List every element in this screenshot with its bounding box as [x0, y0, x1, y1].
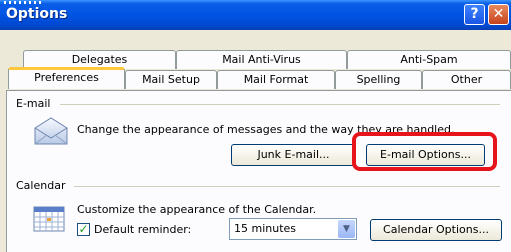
email-section-label: E-mail	[16, 97, 55, 110]
chevron-down-icon[interactable]: ▼	[338, 220, 355, 238]
reminder-select[interactable]: 15 minutes ▼	[229, 218, 357, 240]
tab-anti-spam[interactable]: Anti-Spam	[347, 50, 511, 69]
tab-mail-setup[interactable]: Mail Setup	[125, 70, 217, 89]
tab-mail-format[interactable]: Mail Format	[217, 70, 335, 89]
calendar-description: Customize the appearance of the Calendar…	[77, 203, 317, 216]
email-separator	[60, 104, 500, 105]
default-reminder-label: Default reminder:	[94, 223, 192, 236]
title-bar: Options ? ✕	[0, 0, 511, 30]
title-bar-dots	[4, 1, 44, 4]
tab-preferences[interactable]: Preferences	[8, 67, 125, 89]
calendar-separator	[74, 186, 500, 187]
close-button[interactable]: ✕	[488, 4, 509, 25]
reminder-select-value: 15 minutes	[234, 222, 297, 235]
calendar-options-button[interactable]: Calendar Options...	[370, 219, 502, 241]
tab-other[interactable]: Other	[422, 70, 511, 89]
window-title: Options	[6, 6, 68, 22]
calendar-icon	[32, 203, 66, 233]
email-options-highlight	[352, 132, 497, 171]
tab-spelling[interactable]: Spelling	[335, 70, 422, 89]
tab-mail-anti-virus[interactable]: Mail Anti-Virus	[176, 50, 347, 69]
help-button[interactable]: ?	[464, 4, 485, 25]
calendar-section-label: Calendar	[16, 179, 70, 192]
envelope-icon	[33, 116, 69, 146]
junk-email-button[interactable]: Junk E-mail...	[231, 144, 356, 166]
default-reminder-checkbox[interactable]: ✓	[77, 223, 90, 236]
